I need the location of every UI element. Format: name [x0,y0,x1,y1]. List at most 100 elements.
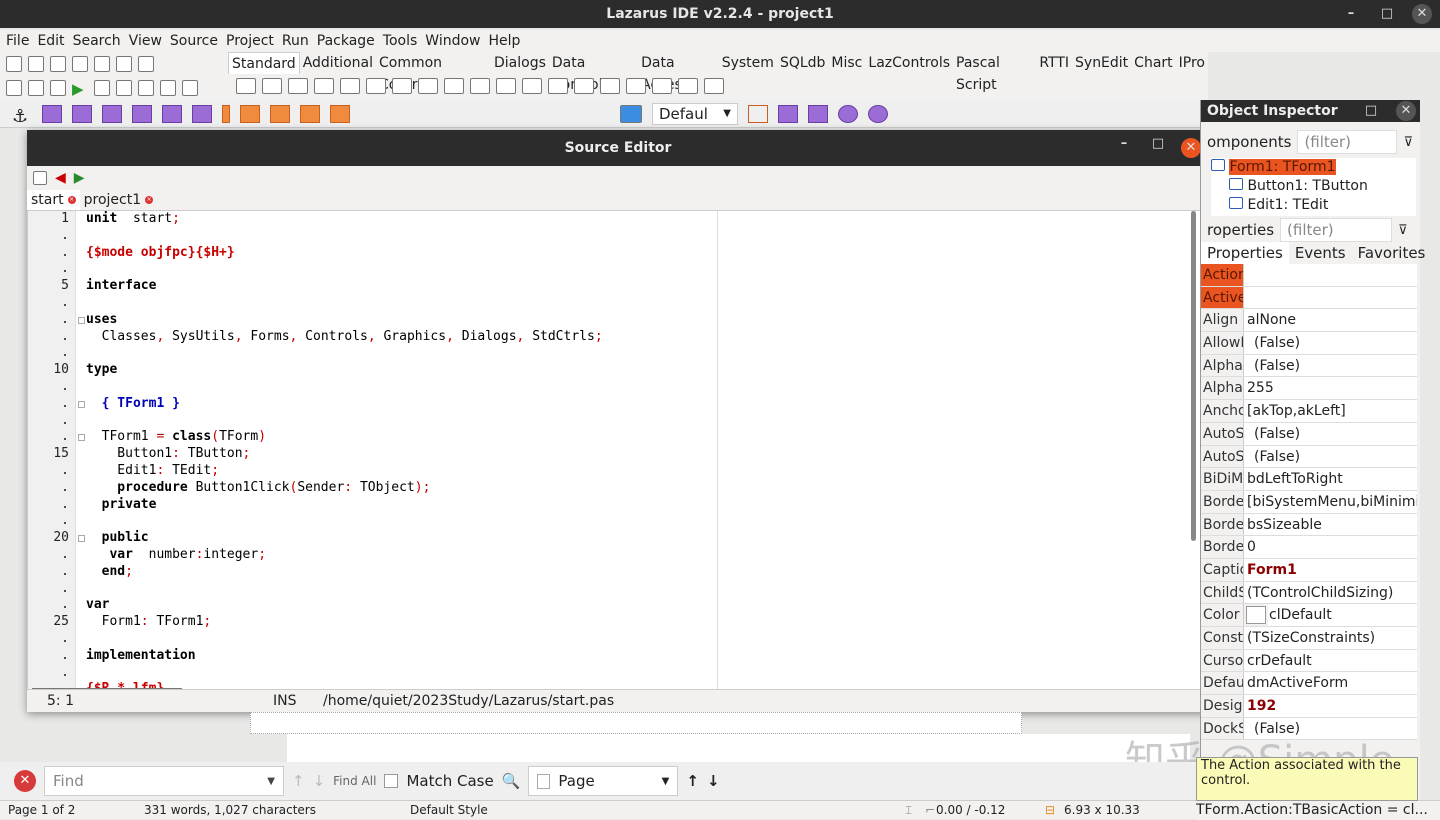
menu-window[interactable]: Window [421,30,484,52]
tab-standard[interactable]: Standard [228,52,300,74]
bring-front-icon[interactable] [270,104,290,123]
wrap-icon[interactable] [222,104,230,123]
chevron-down-icon[interactable]: ▼ [267,776,275,787]
tab-misc[interactable]: Misc [828,52,865,74]
property-row[interactable]: Borde 0 [1201,536,1417,559]
property-value[interactable]: [biSystemMenu,biMinimi [1244,490,1417,513]
tab-system[interactable]: System [719,52,777,74]
code-editor[interactable]: 1... 5.... 10.... 15.... 20.... 25... unit st… [27,210,1201,690]
find-all-button[interactable]: Find All [333,774,376,788]
find-replace-icon[interactable]: 🔍 [502,772,521,790]
find-next-icon[interactable]: ↓ [313,772,326,790]
fold-toggle-icon[interactable] [78,400,85,408]
tab-lazcontrols[interactable]: LazControls [865,52,953,74]
send-back-icon[interactable] [330,104,350,123]
back-arrow-icon[interactable]: ◀ [55,170,66,186]
maximize-button[interactable]: □ [1374,0,1400,28]
properties-filter-input[interactable]: (filter) [1280,218,1393,242]
new-unit-icon[interactable] [6,56,22,72]
tab-properties[interactable]: Properties [1201,242,1289,264]
pointer-icon[interactable] [236,78,256,94]
property-row[interactable]: AutoSi (False) [1201,445,1417,469]
tab-ipro[interactable]: IPro [1176,52,1208,74]
image-filter-icon[interactable] [620,104,642,123]
property-value[interactable] [1244,264,1417,286]
new-form-icon[interactable] [28,56,44,72]
tab-favorites[interactable]: Favorites [1352,242,1432,264]
menu-project[interactable]: Project [222,30,278,52]
tree-item-form1[interactable]: Form1: TForm1 [1211,158,1416,177]
tree-item-edit1[interactable]: Edit1: TEdit [1211,196,1416,215]
tmemo-icon[interactable] [392,78,412,94]
menu-edit[interactable]: Edit [33,30,68,52]
tab-dialogs[interactable]: Dialogs [491,52,549,74]
close-tab-icon[interactable]: × [67,196,76,204]
tradiobutton-icon[interactable] [470,78,490,94]
property-row[interactable]: AutoSc(False) [1201,422,1417,446]
property-value[interactable]: bdLeftToRight [1244,468,1417,490]
search-down-icon[interactable]: ↓ [707,772,720,790]
property-value[interactable]: (False) [1244,332,1417,354]
property-value[interactable]: (False) [1244,445,1417,468]
clear-filter-icon[interactable]: ⊽ [1398,223,1408,238]
property-row[interactable]: Captio Form1 [1201,558,1417,582]
tab-synedit[interactable]: SynEdit [1072,52,1131,74]
bring-forward-icon[interactable] [240,104,260,123]
property-value[interactable]: 192 [1244,695,1417,717]
tree-item-button1[interactable]: Button1: TButton [1211,177,1416,196]
tbutton-icon[interactable] [314,78,334,94]
tab-chart[interactable]: Chart [1131,52,1175,74]
stop-icon[interactable] [116,80,132,96]
crop-icon[interactable] [748,104,768,123]
tab-data-access[interactable]: Data Access [638,52,719,93]
property-value[interactable]: (False) [1244,422,1417,445]
step-over-icon[interactable] [160,80,176,96]
send-backward-icon[interactable] [300,104,320,123]
property-row[interactable]: BiDiM bdLeftToRight [1201,468,1417,491]
property-row[interactable]: ChildS (TControlChildSizing) [1201,581,1417,605]
tab-data-controls[interactable]: Data Controls [549,52,638,93]
property-value[interactable]: alNone [1244,309,1417,332]
maximize-button[interactable]: □ [1145,130,1171,158]
tab-sqldb[interactable]: SQLdb [777,52,828,74]
property-value[interactable]: crDefault [1244,649,1417,672]
components-filter-input[interactable]: (filter) [1297,130,1398,154]
run-icon[interactable]: ▶ [72,80,88,98]
property-row[interactable]: Action [1201,264,1417,287]
property-value[interactable]: (TControlChildSizing) [1244,581,1417,604]
tmainmenu-icon[interactable] [262,78,282,94]
close-button[interactable]: ✕ [1396,101,1416,121]
flip-vertical-icon[interactable] [778,104,798,123]
flip-horizontal-icon[interactable] [808,104,828,123]
vertical-scrollbar[interactable] [1191,211,1196,541]
property-row[interactable]: CursorcrDefault [1201,649,1417,673]
search-scope-select[interactable]: Page ▼ [528,766,679,796]
fold-toggle-icon[interactable] [78,535,85,542]
property-row[interactable]: DefauldmActiveForm [1201,672,1417,696]
view-forms-icon[interactable] [28,80,44,96]
tab-project1[interactable]: project1 × [80,190,158,210]
tab-rtti[interactable]: RTTI [1036,52,1072,74]
property-row[interactable]: Borde [biSystemMenu,biMinimi [1201,490,1417,514]
property-value[interactable]: (TSizeConstraints) [1244,627,1417,649]
ttogglebox-icon[interactable] [418,78,438,94]
property-row[interactable]: AlphaB(False) [1201,354,1417,378]
property-value[interactable]: Form1 [1244,558,1417,581]
forward-arrow-icon[interactable]: ▶ [74,170,85,186]
menu-file[interactable]: File [2,30,33,52]
tactionlist-icon[interactable] [704,78,724,94]
style-select[interactable]: Defaul ▼ [652,102,738,125]
jump-menu-icon[interactable] [33,171,47,185]
minimize-button[interactable]: – [1338,0,1364,28]
view-units-icon[interactable] [6,80,22,96]
minimize-button[interactable]: – [1111,130,1137,158]
tgroupbox-icon[interactable] [574,78,594,94]
align-icon[interactable] [102,104,122,123]
fold-toggle-icon[interactable] [78,434,85,442]
property-row[interactable]: Active [1201,286,1417,310]
search-up-icon[interactable]: ↑ [686,772,699,790]
close-find-icon[interactable]: ✕ [14,770,36,792]
align-icon[interactable] [192,104,212,123]
pause-icon[interactable] [94,80,110,96]
menu-run[interactable]: Run [278,30,313,52]
